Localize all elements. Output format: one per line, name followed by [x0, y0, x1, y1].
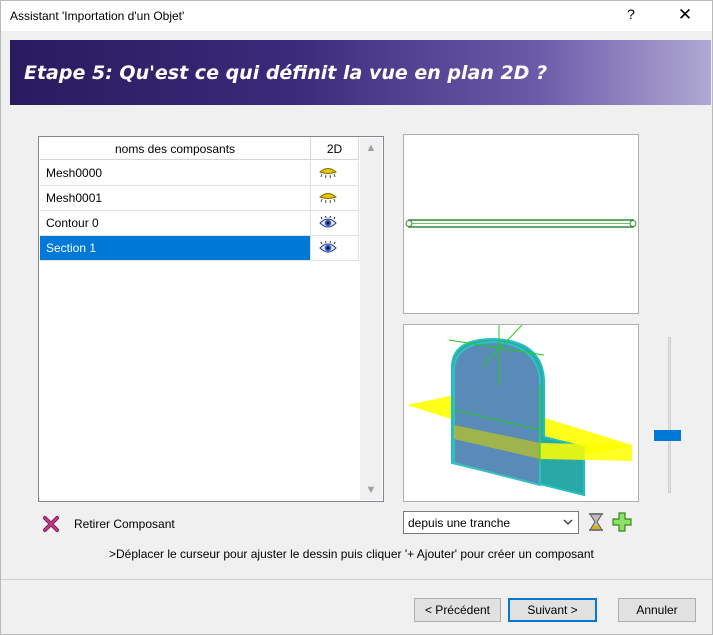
footer-divider	[1, 579, 712, 580]
list-item[interactable]: Mesh0000	[40, 161, 359, 186]
scroll-up-icon[interactable]: ▲	[360, 138, 382, 158]
visibility-toggle[interactable]	[311, 211, 359, 236]
closed-eye-icon	[319, 168, 337, 179]
closed-eye-icon	[319, 193, 337, 204]
close-button[interactable]: ✕	[675, 5, 695, 25]
column-header-names[interactable]: noms des composants	[40, 138, 311, 160]
open-eye-icon	[319, 216, 337, 228]
title-bar: Assistant 'Importation d'un Objet' ? ✕	[1, 1, 712, 31]
list-scrollbar[interactable]: ▲ ▼	[360, 138, 382, 500]
window-title: Assistant 'Importation d'un Objet'	[10, 9, 185, 23]
plan-view-preview	[403, 134, 639, 314]
column-header-2d[interactable]: 2D	[311, 138, 359, 160]
section-height-slider[interactable]	[654, 337, 681, 493]
instruction-text: >Déplacer le curseur pour ajuster le des…	[109, 547, 594, 561]
scroll-down-icon[interactable]: ▼	[360, 480, 382, 500]
components-list[interactable]: noms des composants 2D Mesh0000 Mesh0001	[38, 136, 384, 502]
section-source-value: depuis une tranche	[408, 516, 511, 530]
hourglass-filter-icon	[589, 513, 603, 531]
slider-thumb[interactable]	[654, 430, 681, 441]
component-name: Section 1	[40, 236, 311, 261]
visibility-toggle[interactable]	[311, 161, 359, 186]
visibility-toggle[interactable]	[311, 236, 359, 261]
step-banner: Etape 5: Qu'est ce qui définit la vue en…	[10, 40, 711, 105]
3d-model-drawing	[407, 325, 632, 497]
previous-button[interactable]: < Précédent	[414, 598, 501, 622]
visibility-toggle[interactable]	[311, 186, 359, 211]
add-component-button[interactable]	[611, 511, 633, 533]
next-button[interactable]: Suivant >	[508, 598, 597, 622]
filter-section-button[interactable]	[585, 511, 607, 533]
plus-icon	[612, 512, 632, 532]
help-button[interactable]: ?	[623, 6, 639, 22]
slider-track[interactable]	[668, 337, 671, 493]
list-item[interactable]: Contour 0	[40, 211, 359, 236]
component-name: Contour 0	[40, 211, 311, 236]
section-source-select[interactable]: depuis une tranche	[403, 511, 579, 534]
remove-x-icon	[43, 516, 59, 532]
list-item[interactable]: Section 1	[40, 236, 359, 261]
chevron-down-icon	[563, 519, 573, 525]
component-name: Mesh0000	[40, 161, 311, 186]
cancel-button[interactable]: Annuler	[618, 598, 696, 622]
import-wizard-window: Assistant 'Importation d'un Objet' ? ✕ E…	[0, 0, 713, 635]
plan-view-drawing	[405, 219, 637, 228]
component-name: Mesh0001	[40, 186, 311, 211]
step-heading: Etape 5: Qu'est ce qui définit la vue en…	[24, 62, 548, 84]
list-item[interactable]: Mesh0001	[40, 186, 359, 211]
3d-section-preview	[403, 324, 639, 502]
open-eye-icon	[319, 241, 337, 253]
remove-component-label: Retirer Composant	[74, 517, 175, 531]
